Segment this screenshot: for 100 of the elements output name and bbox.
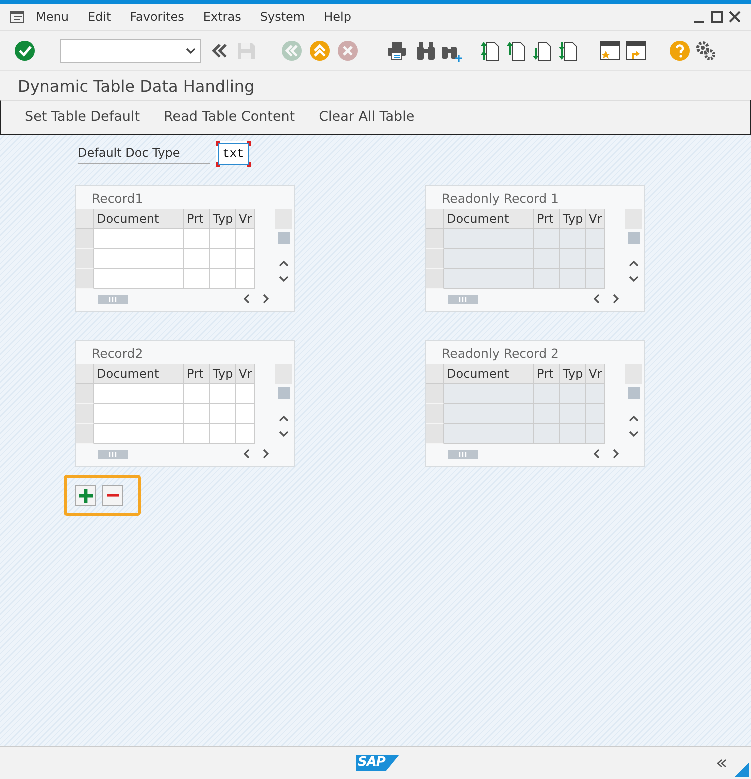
table-cell[interactable] [184, 229, 210, 249]
column-header[interactable]: Vr [236, 364, 255, 384]
column-header[interactable]: Vr [236, 209, 255, 229]
table-cell[interactable] [210, 249, 236, 269]
row-selector[interactable] [76, 229, 94, 249]
right-chevron-icon[interactable] [613, 294, 620, 304]
scroll-thumb[interactable] [98, 294, 128, 304]
up-chevron-circle-icon[interactable] [309, 40, 331, 62]
settings-icon[interactable] [695, 40, 717, 62]
right-chevron-icon[interactable] [613, 449, 620, 459]
menu-icon[interactable] [10, 11, 24, 23]
row-selector[interactable] [426, 269, 444, 289]
row-selector[interactable] [426, 249, 444, 269]
scroll-thumb[interactable] [448, 294, 478, 304]
toolbar-button[interactable]: Set Table Default [15, 107, 150, 128]
toolbar-button[interactable]: Clear All Table [309, 107, 425, 128]
binoculars-icon[interactable] [415, 40, 437, 62]
column-header[interactable]: Prt [184, 209, 210, 229]
caret-icon[interactable] [186, 48, 196, 54]
menu-item[interactable]: Help [324, 8, 352, 26]
menu-item[interactable]: System [260, 8, 306, 26]
maximize-icon[interactable] [711, 11, 723, 23]
column-header[interactable]: Prt [184, 364, 210, 384]
printer-icon[interactable] [386, 40, 408, 62]
row-selector[interactable] [426, 404, 444, 424]
table-cell[interactable] [94, 269, 184, 289]
column-header[interactable]: Typ [210, 209, 236, 229]
close-icon[interactable] [729, 11, 741, 23]
down-chevron-icon[interactable] [278, 431, 288, 438]
down-chevron-icon[interactable] [628, 276, 638, 283]
table-cell[interactable] [94, 384, 184, 404]
column-header[interactable]: Document [444, 209, 534, 229]
table-cell[interactable] [236, 249, 255, 269]
right-chevron-icon[interactable] [263, 449, 270, 459]
table-cell[interactable] [210, 404, 236, 424]
add-button[interactable] [75, 485, 96, 506]
table-cell[interactable] [210, 229, 236, 249]
up-chevron-icon[interactable] [278, 415, 288, 422]
table-cell[interactable] [236, 404, 255, 424]
page-arrow-up-icon[interactable] [505, 40, 527, 62]
scroll-thumb[interactable] [628, 387, 640, 399]
column-header[interactable]: Document [94, 364, 184, 384]
table-cell[interactable] [184, 249, 210, 269]
table-cell[interactable] [184, 404, 210, 424]
right-chevron-icon[interactable] [263, 294, 270, 304]
table-cell[interactable] [184, 269, 210, 289]
select-all-cell[interactable] [76, 209, 94, 229]
scroll-thumb[interactable] [98, 450, 128, 458]
scroll-thumb[interactable] [448, 450, 478, 458]
up-chevron-icon[interactable] [628, 415, 638, 422]
scroll-thumb[interactable] [278, 232, 290, 244]
resize-grip-icon[interactable] [735, 763, 749, 777]
left-chevron-icon[interactable] [243, 449, 250, 459]
table-cell[interactable] [236, 269, 255, 289]
page-arrows-up-icon[interactable] [479, 40, 501, 62]
column-header[interactable]: Document [444, 364, 534, 384]
table-cell[interactable] [210, 424, 236, 444]
row-selector[interactable] [76, 249, 94, 269]
table-cell[interactable] [94, 249, 184, 269]
toolbar-button[interactable]: Read Table Content [154, 107, 306, 128]
down-chevron-icon[interactable] [628, 431, 638, 438]
select-all-cell[interactable] [426, 364, 444, 384]
command-field[interactable] [60, 38, 201, 62]
menu-item[interactable]: Extras [203, 8, 242, 26]
left-chevron-icon[interactable] [593, 449, 600, 459]
table-cell[interactable] [94, 404, 184, 424]
doc-type-field[interactable]: txt [218, 143, 249, 165]
menu-item[interactable]: Edit [88, 8, 112, 26]
table-cell[interactable] [94, 424, 184, 444]
row-selector[interactable] [426, 424, 444, 444]
column-header[interactable]: Document [94, 209, 184, 229]
table-cell[interactable] [210, 384, 236, 404]
select-all-cell[interactable] [426, 209, 444, 229]
table-cell[interactable] [184, 424, 210, 444]
column-header[interactable]: Vr [586, 364, 605, 384]
table-cell[interactable] [236, 229, 255, 249]
scroll-thumb[interactable] [628, 232, 640, 244]
double-chevron-icon[interactable] [717, 758, 727, 768]
left-chevron-icon[interactable] [593, 294, 600, 304]
up-chevron-icon[interactable] [278, 260, 288, 267]
column-header[interactable]: Prt [534, 364, 560, 384]
row-selector[interactable] [426, 384, 444, 404]
page-arrows-down-icon[interactable] [557, 40, 579, 62]
table-cell[interactable] [236, 384, 255, 404]
row-selector[interactable] [76, 269, 94, 289]
menu-item[interactable]: Favorites [130, 8, 184, 26]
checkmark-icon[interactable] [14, 40, 36, 62]
down-chevron-icon[interactable] [278, 276, 288, 283]
up-chevron-icon[interactable] [628, 260, 638, 267]
column-header[interactable]: Vr [586, 209, 605, 229]
menu-item[interactable]: Menu [36, 8, 69, 26]
table-cell[interactable] [184, 384, 210, 404]
column-header[interactable]: Typ [210, 364, 236, 384]
table-cell[interactable] [94, 229, 184, 249]
select-all-cell[interactable] [76, 364, 94, 384]
table-cell[interactable] [236, 424, 255, 444]
left-chevron-icon[interactable] [243, 294, 250, 304]
column-header[interactable]: Typ [560, 209, 586, 229]
scroll-thumb[interactable] [278, 387, 290, 399]
column-header[interactable]: Typ [560, 364, 586, 384]
